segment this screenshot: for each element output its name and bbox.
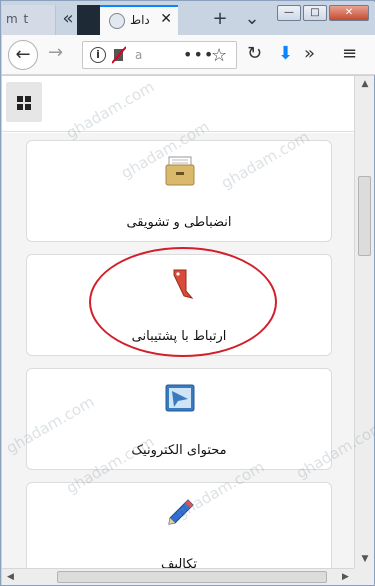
page-actions-icon[interactable]: •••	[183, 45, 214, 64]
grid-cell	[25, 96, 31, 102]
forward-button[interactable]: →	[48, 42, 63, 63]
pencil-icon	[168, 499, 194, 525]
vertical-scroll-thumb[interactable]	[358, 176, 371, 256]
scroll-left-arrow-icon[interactable]: ◀	[2, 569, 19, 586]
menu-card-label: انضباطی و تشویقی	[126, 215, 232, 230]
grid-cell	[25, 104, 31, 110]
menu-list: انضباطی و تشویقی ارتباط با پشتیبانی محتو…	[2, 133, 354, 568]
tab-scroll-back-button[interactable]: «	[58, 8, 78, 30]
hamburger-menu-icon[interactable]: ≡	[342, 43, 357, 64]
grid-cell	[17, 104, 23, 110]
bookmark-star-icon[interactable]: ☆	[211, 45, 227, 66]
menu-card-support[interactable]: ارتباط با پشتیبانی	[26, 254, 332, 356]
info-icon[interactable]: i	[90, 47, 106, 63]
download-icon[interactable]: ⬇	[278, 43, 293, 64]
horizontal-scroll-thumb[interactable]	[57, 571, 327, 583]
scroll-up-arrow-icon[interactable]: ▲	[355, 76, 375, 93]
menu-card-label: محتوای الکترونیک	[131, 443, 227, 458]
vertical-scrollbar[interactable]: ▲ ▼	[354, 76, 374, 568]
app-grid-button[interactable]	[6, 82, 42, 122]
monitor-icon	[165, 384, 195, 412]
overflow-menu-icon[interactable]: »	[304, 43, 315, 64]
tab-shadow	[77, 5, 102, 35]
archive-box-icon	[165, 156, 195, 186]
horizontal-scrollbar[interactable]: ◀ ▶	[2, 568, 354, 585]
tab-active[interactable]: داط ✕	[100, 5, 178, 35]
minimize-button[interactable]: —	[277, 5, 301, 21]
navigation-bar: ← → i a ••• ☆ ↻ ⬇ » ≡	[2, 35, 375, 75]
reload-icon[interactable]: ↻	[247, 43, 262, 64]
grid-cell	[17, 96, 23, 102]
page-viewport: انضباطی و تشویقی ارتباط با پشتیبانی محتو…	[2, 76, 354, 568]
close-window-button[interactable]: ✕	[329, 5, 369, 21]
new-tab-button[interactable]: +	[210, 8, 230, 30]
scrollbar-corner	[354, 568, 374, 585]
menu-card-electronic-content[interactable]: محتوای الکترونیک	[26, 368, 332, 470]
tab-strip: m t « داط ✕ + ⌄ — □ ✕	[2, 2, 375, 35]
tab-close-icon[interactable]: ✕	[160, 11, 172, 27]
blocked-permission-icon[interactable]	[112, 46, 126, 64]
maximize-button[interactable]: □	[303, 5, 327, 21]
list-all-tabs-button[interactable]: ⌄	[242, 8, 262, 30]
menu-card-assignments[interactable]: تکالیف	[26, 482, 332, 568]
page-header	[2, 76, 354, 132]
window-controls: — □ ✕	[277, 5, 369, 23]
scroll-right-arrow-icon[interactable]: ▶	[337, 569, 354, 586]
tab-background[interactable]: m t	[2, 5, 56, 35]
tab-background-title: m t	[6, 12, 30, 26]
back-button[interactable]: ←	[8, 40, 38, 70]
url-bar[interactable]: i a ••• ☆	[82, 41, 237, 69]
scroll-down-arrow-icon[interactable]: ▼	[355, 551, 375, 568]
red-bookmark-tag-icon	[173, 269, 194, 299]
tab-active-title: داط	[130, 13, 150, 27]
favicon-icon	[109, 13, 125, 29]
menu-card-disciplinary[interactable]: انضباطی و تشویقی	[26, 140, 332, 242]
menu-card-label: تکالیف	[160, 557, 198, 568]
url-text[interactable]: a	[135, 48, 142, 62]
menu-card-label: ارتباط با پشتیبانی	[131, 329, 227, 344]
browser-window: m t « داط ✕ + ⌄ — □ ✕ ← → i a ••• ☆ ↻ ⬇ …	[0, 0, 375, 586]
